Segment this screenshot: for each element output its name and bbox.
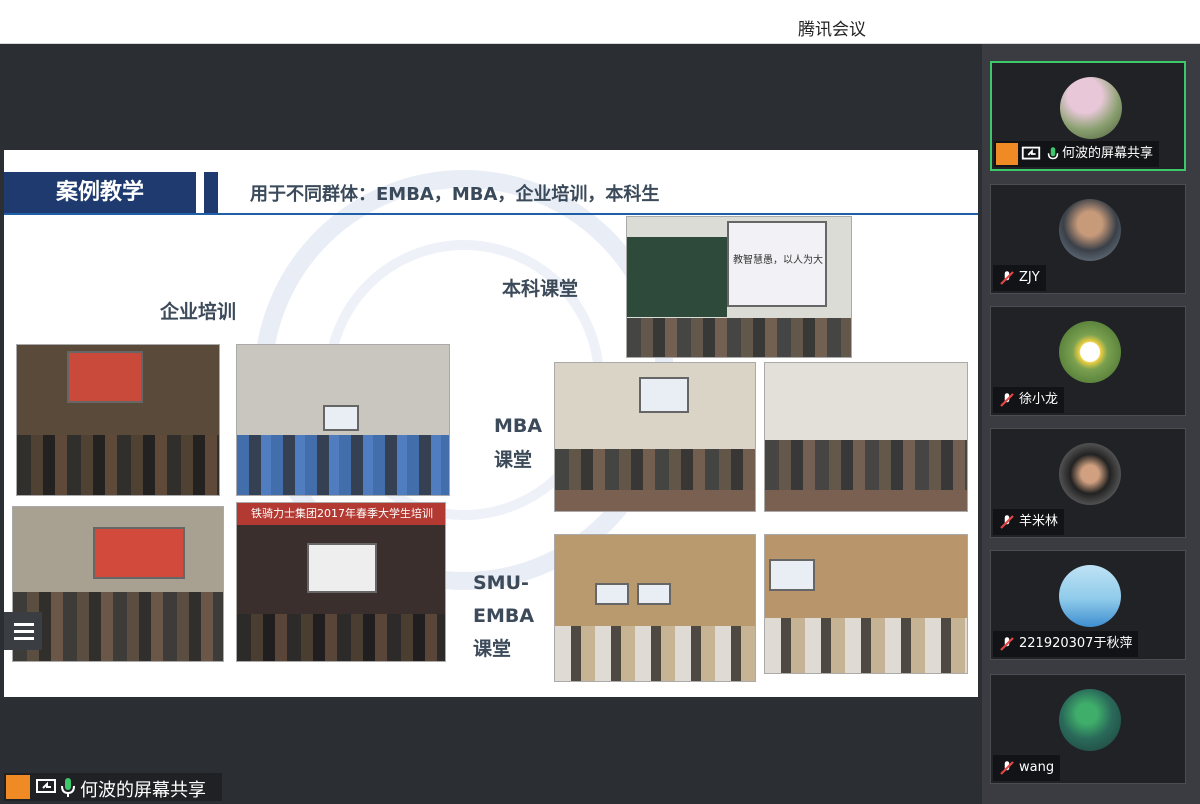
avatar <box>1059 565 1121 627</box>
participant-tile[interactable]: 221920307于秋萍 <box>990 550 1186 660</box>
photo-emba-1 <box>554 534 756 682</box>
photo-emba-2 <box>764 534 968 674</box>
shared-slide: 案例教学 用于不同群体：EMBA，MBA，企业培训，本科生 企业培训 本科课堂 … <box>4 150 978 697</box>
projector-screen <box>639 377 689 413</box>
desk <box>765 490 967 511</box>
microphone-icon <box>1044 143 1062 165</box>
participant-namebar: 221920307于秋萍 <box>993 631 1139 657</box>
avatar <box>1059 443 1121 505</box>
photo-corporate-1 <box>16 344 220 496</box>
participant-name: ZJY <box>1019 270 1040 285</box>
menu-icon-line <box>14 637 34 640</box>
participant-name: 何波的屏幕共享 <box>1062 146 1154 161</box>
projector-screen <box>307 543 377 593</box>
share-indicator-label: 何波的屏幕共享 <box>80 780 206 801</box>
audience <box>555 625 755 681</box>
blackboard <box>627 237 727 317</box>
label-undergrad-class: 本科课堂 <box>502 278 579 300</box>
photo-corporate-2 <box>236 344 450 496</box>
muted-microphone-icon <box>998 269 1016 287</box>
menu-icon-line <box>14 623 34 626</box>
audience <box>237 435 449 495</box>
muted-microphone-icon <box>998 391 1016 409</box>
participant-namebar: 何波的屏幕共享 <box>994 141 1160 167</box>
photo-corporate-3 <box>12 506 224 662</box>
avatar <box>1059 321 1121 383</box>
photo-undergrad: 教智慧愚，以人为大 <box>626 216 852 358</box>
heading-accent-bar <box>204 172 218 214</box>
screen-share-icon <box>1020 143 1042 165</box>
audience <box>17 435 219 495</box>
label-emba-line1: SMU- <box>473 572 529 594</box>
toolbar-menu-button[interactable] <box>4 612 42 650</box>
label-mba-line1: MBA <box>494 415 543 437</box>
photo-mba-2 <box>764 362 968 512</box>
avatar <box>1060 77 1122 139</box>
participant-namebar: 徐小龙 <box>993 387 1065 413</box>
menu-icon-line <box>14 630 34 633</box>
muted-microphone-icon <box>998 759 1016 777</box>
label-emba-line3: 课堂 <box>473 638 512 660</box>
audience <box>765 617 967 673</box>
participant-tile[interactable]: wang <box>990 674 1186 784</box>
participant-tile[interactable]: 徐小龙 <box>990 306 1186 416</box>
slide-subheading: 用于不同群体：EMBA，MBA，企业培训，本科生 <box>250 184 660 205</box>
photo-mba-1 <box>554 362 756 512</box>
projector-screen <box>769 559 815 591</box>
participant-namebar: ZJY <box>993 265 1046 291</box>
label-emba-line2: EMBA <box>473 605 535 627</box>
person-icon <box>996 143 1018 165</box>
share-indicator-bar: 何波的屏幕共享 <box>4 773 222 801</box>
participant-name: 徐小龙 <box>1019 392 1059 407</box>
avatar <box>1059 199 1121 261</box>
participant-name: 羊米林 <box>1019 514 1059 529</box>
projector-text: 教智慧愚，以人为大 <box>733 255 823 266</box>
screen-share-icon <box>34 775 58 799</box>
projector-screen <box>323 405 359 431</box>
muted-microphone-icon <box>998 635 1016 653</box>
audience <box>627 317 851 357</box>
person-icon <box>6 775 30 799</box>
meeting-window: 腾讯会议 案例教学 用于不同群体：EMBA，MBA，企业培训，本科生 企业培训 … <box>0 0 1200 804</box>
participant-name: wang <box>1019 760 1055 775</box>
projector-screen <box>595 583 629 605</box>
label-mba-line2: 课堂 <box>494 449 533 471</box>
participant-tile[interactable]: 何波的屏幕共享 <box>990 61 1186 171</box>
projector-screen <box>93 527 185 579</box>
window-title: 腾讯会议 <box>798 20 866 40</box>
participant-namebar: 羊米林 <box>993 509 1065 535</box>
slide-heading: 案例教学 <box>4 172 196 214</box>
projector-screen <box>67 351 143 403</box>
muted-microphone-icon <box>998 513 1016 531</box>
participant-namebar: wang <box>993 755 1061 781</box>
label-corporate-training: 企业培训 <box>160 301 237 323</box>
audience <box>13 591 223 661</box>
projector-screen-2 <box>637 583 671 605</box>
training-banner: 铁骑力士集团2017年春季大学生培训 <box>237 503 445 525</box>
avatar <box>1059 689 1121 751</box>
participant-tile[interactable]: ZJY <box>990 184 1186 294</box>
participant-name: 221920307于秋萍 <box>1019 636 1133 651</box>
desk <box>555 490 755 511</box>
photo-corporate-4: 铁骑力士集团2017年春季大学生培训 <box>236 502 446 662</box>
title-bar: 腾讯会议 <box>0 0 1200 44</box>
participant-tile[interactable]: 羊米林 <box>990 428 1186 538</box>
heading-underline <box>4 213 978 215</box>
audience <box>237 613 445 661</box>
microphone-icon <box>56 775 80 799</box>
projector-screen: 教智慧愚，以人为大 <box>727 221 827 307</box>
